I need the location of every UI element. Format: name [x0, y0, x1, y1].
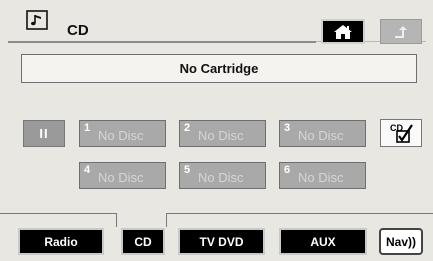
pause-button[interactable]: II [23, 120, 65, 147]
disc-label: No Disc [298, 128, 344, 143]
disc-slot-5[interactable]: 5 No Disc [179, 162, 266, 189]
disc-number: 1 [84, 122, 91, 134]
back-arrow-icon [395, 25, 407, 38]
disc-label: No Disc [198, 128, 244, 143]
cd-check-button[interactable]: CD [380, 119, 422, 147]
disc-label: No Disc [198, 170, 244, 185]
disc-slot-4[interactable]: 4 No Disc [79, 162, 166, 189]
disc-slot-1[interactable]: 1 No Disc [79, 120, 166, 147]
tabbar-divider [166, 213, 433, 214]
disc-slot-6[interactable]: 6 No Disc [279, 162, 366, 189]
tab-aux[interactable]: AUX [279, 228, 367, 255]
disc-slot-3[interactable]: 3 No Disc [279, 120, 366, 147]
status-bar: No Cartridge [21, 54, 417, 83]
tabbar-divider [116, 213, 117, 227]
disc-label: No Disc [98, 128, 144, 143]
page-title: CD [67, 22, 89, 39]
header-divider [8, 41, 316, 43]
disc-slot-2[interactable]: 2 No Disc [179, 120, 266, 147]
cd-check-icon: CD [390, 123, 413, 143]
tab-radio[interactable]: Radio [18, 228, 104, 255]
tab-nav[interactable]: Nav)) [379, 228, 423, 255]
disc-number: 4 [84, 164, 91, 176]
music-note-icon [26, 10, 48, 30]
disc-number: 5 [184, 164, 191, 176]
cd-screen: CD No Cartridge II 1 No Disc 2 No Disc 3… [0, 0, 433, 261]
disc-number: 2 [184, 122, 191, 134]
back-button[interactable] [380, 19, 422, 44]
tab-tv-dvd[interactable]: TV DVD [178, 228, 265, 255]
disc-number: 3 [284, 122, 291, 134]
tabbar-divider [166, 213, 167, 227]
disc-label: No Disc [298, 170, 344, 185]
tabbar-divider [0, 213, 116, 214]
disc-number: 6 [284, 164, 291, 176]
status-text: No Cartridge [179, 61, 259, 76]
home-button[interactable] [321, 19, 365, 44]
disc-label: No Disc [98, 170, 144, 185]
home-icon [334, 24, 352, 39]
tab-cd[interactable]: CD [121, 228, 165, 255]
